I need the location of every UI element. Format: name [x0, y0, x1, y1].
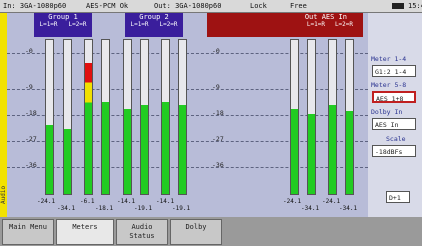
scale-label: -9 [212, 83, 220, 91]
softkey-bar: Main Menu Meters Audio Status Dolby [0, 217, 422, 246]
meter-fill [64, 129, 71, 194]
peak-label-11: -24.1 [322, 198, 341, 205]
settings-panel: Meter 1-4 G1:2 1-4 Meter 5-8 AES 1+8 Dol… [368, 13, 422, 217]
meter-bar-4 [101, 39, 110, 195]
meter-bar-1 [45, 39, 54, 195]
aes-pair-2: L=2=R [334, 21, 353, 28]
meter-fill [308, 113, 315, 194]
meter-fill [102, 101, 109, 194]
meter-bar-11 [328, 39, 337, 195]
softkey-audio-status[interactable]: Audio Status [116, 219, 168, 245]
peak-label-4: -18.1 [95, 205, 114, 212]
meter-fill [329, 104, 336, 194]
meter-fill [46, 124, 53, 194]
meter5-select[interactable]: AES 1+8 [372, 91, 416, 103]
scale-label: -0 [212, 47, 220, 55]
scale-label: -27 [25, 135, 37, 143]
peak-label-3: -6.1 [80, 198, 95, 205]
aes-header: Out AES In L=1=R L=2=R [207, 13, 363, 37]
meter-fill [179, 104, 186, 194]
peak-label-6: -19.1 [134, 205, 153, 212]
status-bar: In: 3GA-1080p60 AES-PCM Ok Out: 3GA-1080… [0, 0, 422, 13]
aes-pair-1: L=1=R [306, 21, 325, 28]
group-1-header: Group 1 L=1=R L=2=R [34, 13, 92, 37]
input-status: In: 3GA-1080p60 [3, 2, 67, 10]
meters-area: -0 -9 -18 -27 -36 -0 -9 -18 -27 -36 Grou… [7, 13, 368, 217]
audio-side-strip: Audio [0, 13, 7, 217]
scale-label: -36 [212, 161, 224, 169]
peak-label-1: -24.1 [37, 198, 56, 205]
extra-field[interactable]: D+1 [386, 191, 410, 203]
meter-bar-9 [290, 39, 299, 195]
scale-label: -36 [25, 161, 37, 169]
scale-label: -18 [212, 109, 224, 117]
meter-fill [346, 110, 353, 194]
peak-label-5: -14.1 [117, 198, 136, 205]
group-2-header: Group 2 L=1=R L=2=R [125, 13, 183, 37]
meter-bar-12 [345, 39, 354, 195]
meter-bar-10 [307, 39, 316, 195]
meter-fill [291, 109, 298, 194]
group-2-title: Group 2 [139, 13, 169, 21]
meter-fill [85, 63, 92, 194]
peak-label-12: -34.1 [339, 205, 358, 212]
scale-label: -9 [25, 83, 33, 91]
meter-fill [124, 109, 131, 194]
meter-bar-2 [63, 39, 72, 195]
aes-title: Out AES In [304, 13, 347, 21]
peak-label-2: -34.1 [57, 205, 76, 212]
peak-label-9: -24.1 [283, 198, 302, 205]
softkey-meters[interactable]: Meters [56, 219, 114, 245]
dolby-select[interactable]: AES In [372, 118, 416, 130]
lock-status: Lock [250, 2, 267, 10]
meter5-label: Meter 5-8 [371, 81, 407, 89]
scale-label-title: Scale [386, 135, 406, 143]
dolby-label: Dolby In [371, 108, 403, 116]
clock-time: 15:4 [408, 2, 422, 10]
softkey-main-menu[interactable]: Main Menu [2, 219, 54, 245]
output-status: Out: 3GA-1080p60 [154, 2, 222, 10]
meter-bar-3 [84, 39, 93, 195]
meter1-label: Meter 1-4 [371, 55, 407, 63]
meter-bar-7 [161, 39, 170, 195]
group-2-pair-1: L=1=R [130, 21, 149, 28]
audio-strip-label: Audio [0, 185, 7, 205]
meter-bar-8 [178, 39, 187, 195]
meter1-select[interactable]: G1:2 1-4 [372, 65, 416, 77]
scale-label: -0 [25, 47, 33, 55]
peak-label-10: -34.1 [301, 205, 320, 212]
scale-label: -18 [25, 109, 37, 117]
group-1-title: Group 1 [48, 13, 78, 21]
peak-label-7: -14.1 [156, 198, 175, 205]
meter-fill [141, 104, 148, 194]
softkey-dolby[interactable]: Dolby [170, 219, 222, 245]
scale-select[interactable]: -18dBFs [372, 145, 416, 157]
meter-fill [162, 101, 169, 194]
mode-status: Free [290, 2, 307, 10]
battery-icon [392, 3, 404, 9]
scale-label: -27 [212, 135, 224, 143]
meter-bar-6 [140, 39, 149, 195]
meter-bar-5 [123, 39, 132, 195]
group-1-pair-1: L=1=R [39, 21, 58, 28]
aes-pcm-status: AES-PCM Ok [86, 2, 129, 10]
group-1-pair-2: L=2=R [68, 21, 87, 28]
group-2-pair-2: L=2=R [159, 21, 178, 28]
peak-label-8: -19.1 [172, 205, 191, 212]
